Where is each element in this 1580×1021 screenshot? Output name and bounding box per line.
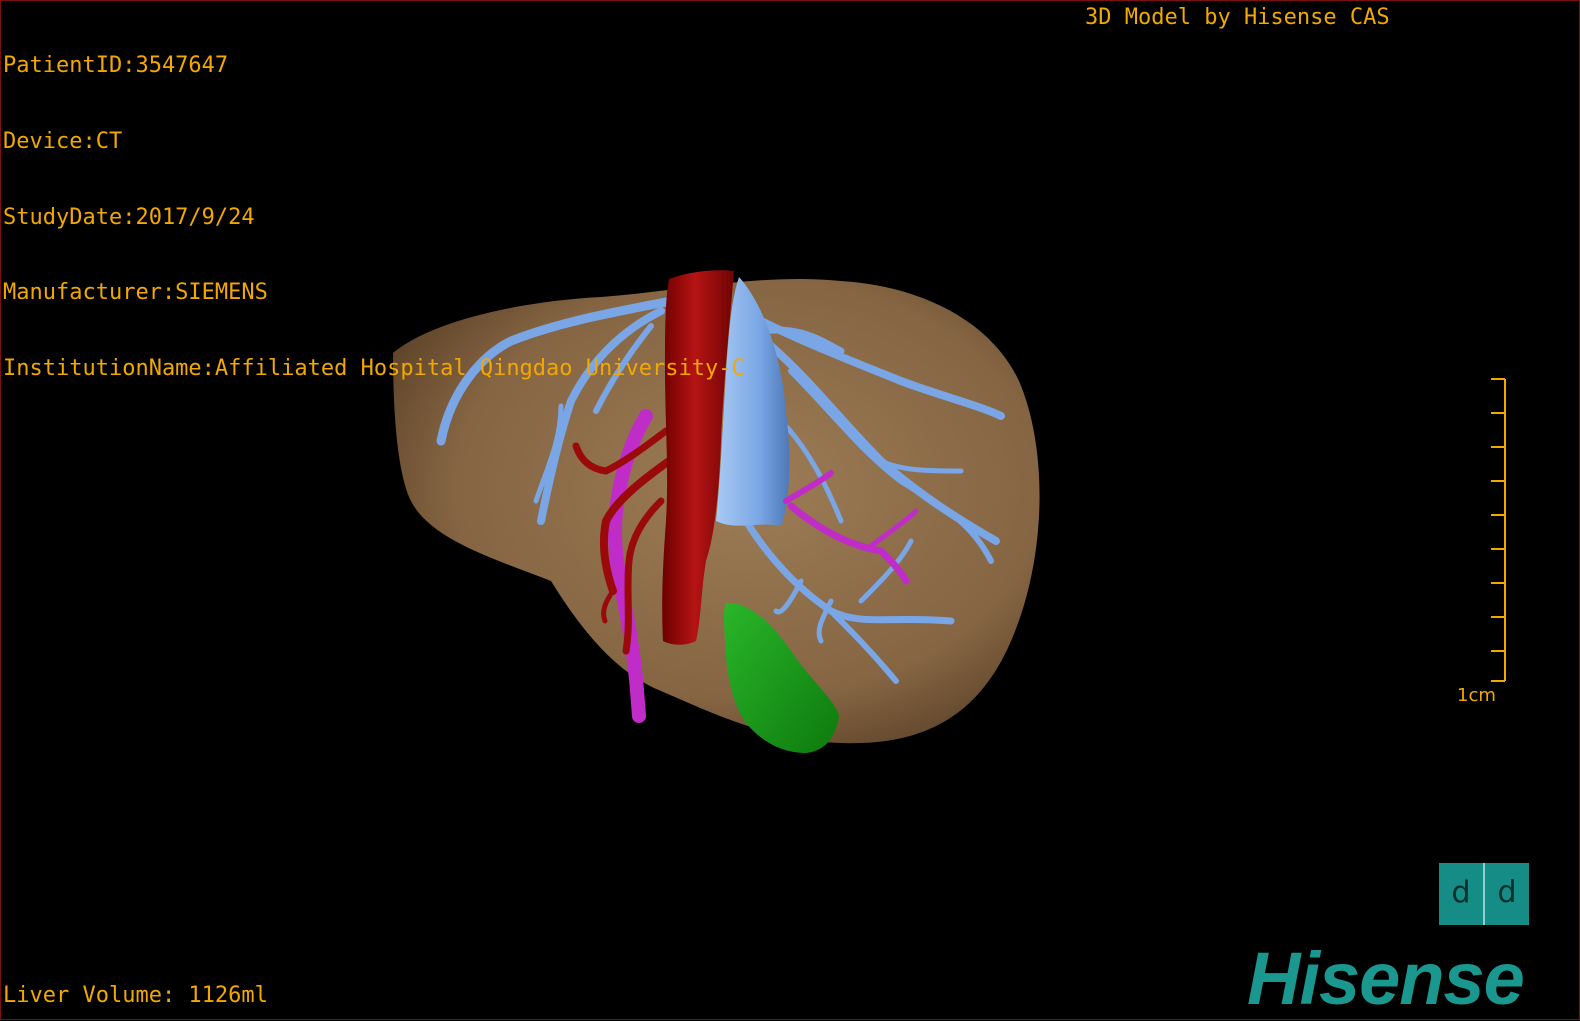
- hisense-logo: Hisense: [1247, 937, 1525, 1020]
- manufacturer: Manufacturer:SIEMENS: [3, 280, 268, 306]
- dicom-info-overlay: PatientID:3547647 Device:CT StudyDate:20…: [3, 3, 745, 431]
- liver-volume: Liver Volume: 1126ml: [3, 983, 268, 1008]
- orientation-face-left: p: [1451, 878, 1471, 913]
- institution-name: InstitutionName:Affiliated Hospital Qing…: [3, 355, 745, 381]
- orientation-face-right: d: [1497, 875, 1517, 910]
- scale-bar-label: 1cm: [1457, 685, 1496, 706]
- study-date: StudyDate:2017/9/24: [3, 204, 255, 230]
- 3d-viewport[interactable]: PatientID:3547647 Device:CT StudyDate:20…: [0, 0, 1580, 1020]
- orientation-cube[interactable]: p d: [1439, 863, 1529, 925]
- device: Device:CT: [3, 129, 123, 154]
- scale-bar: [1491, 378, 1506, 682]
- patient-id: PatientID:3547647: [3, 53, 229, 79]
- model-credit: 3D Model by Hisense CAS: [1085, 5, 1390, 30]
